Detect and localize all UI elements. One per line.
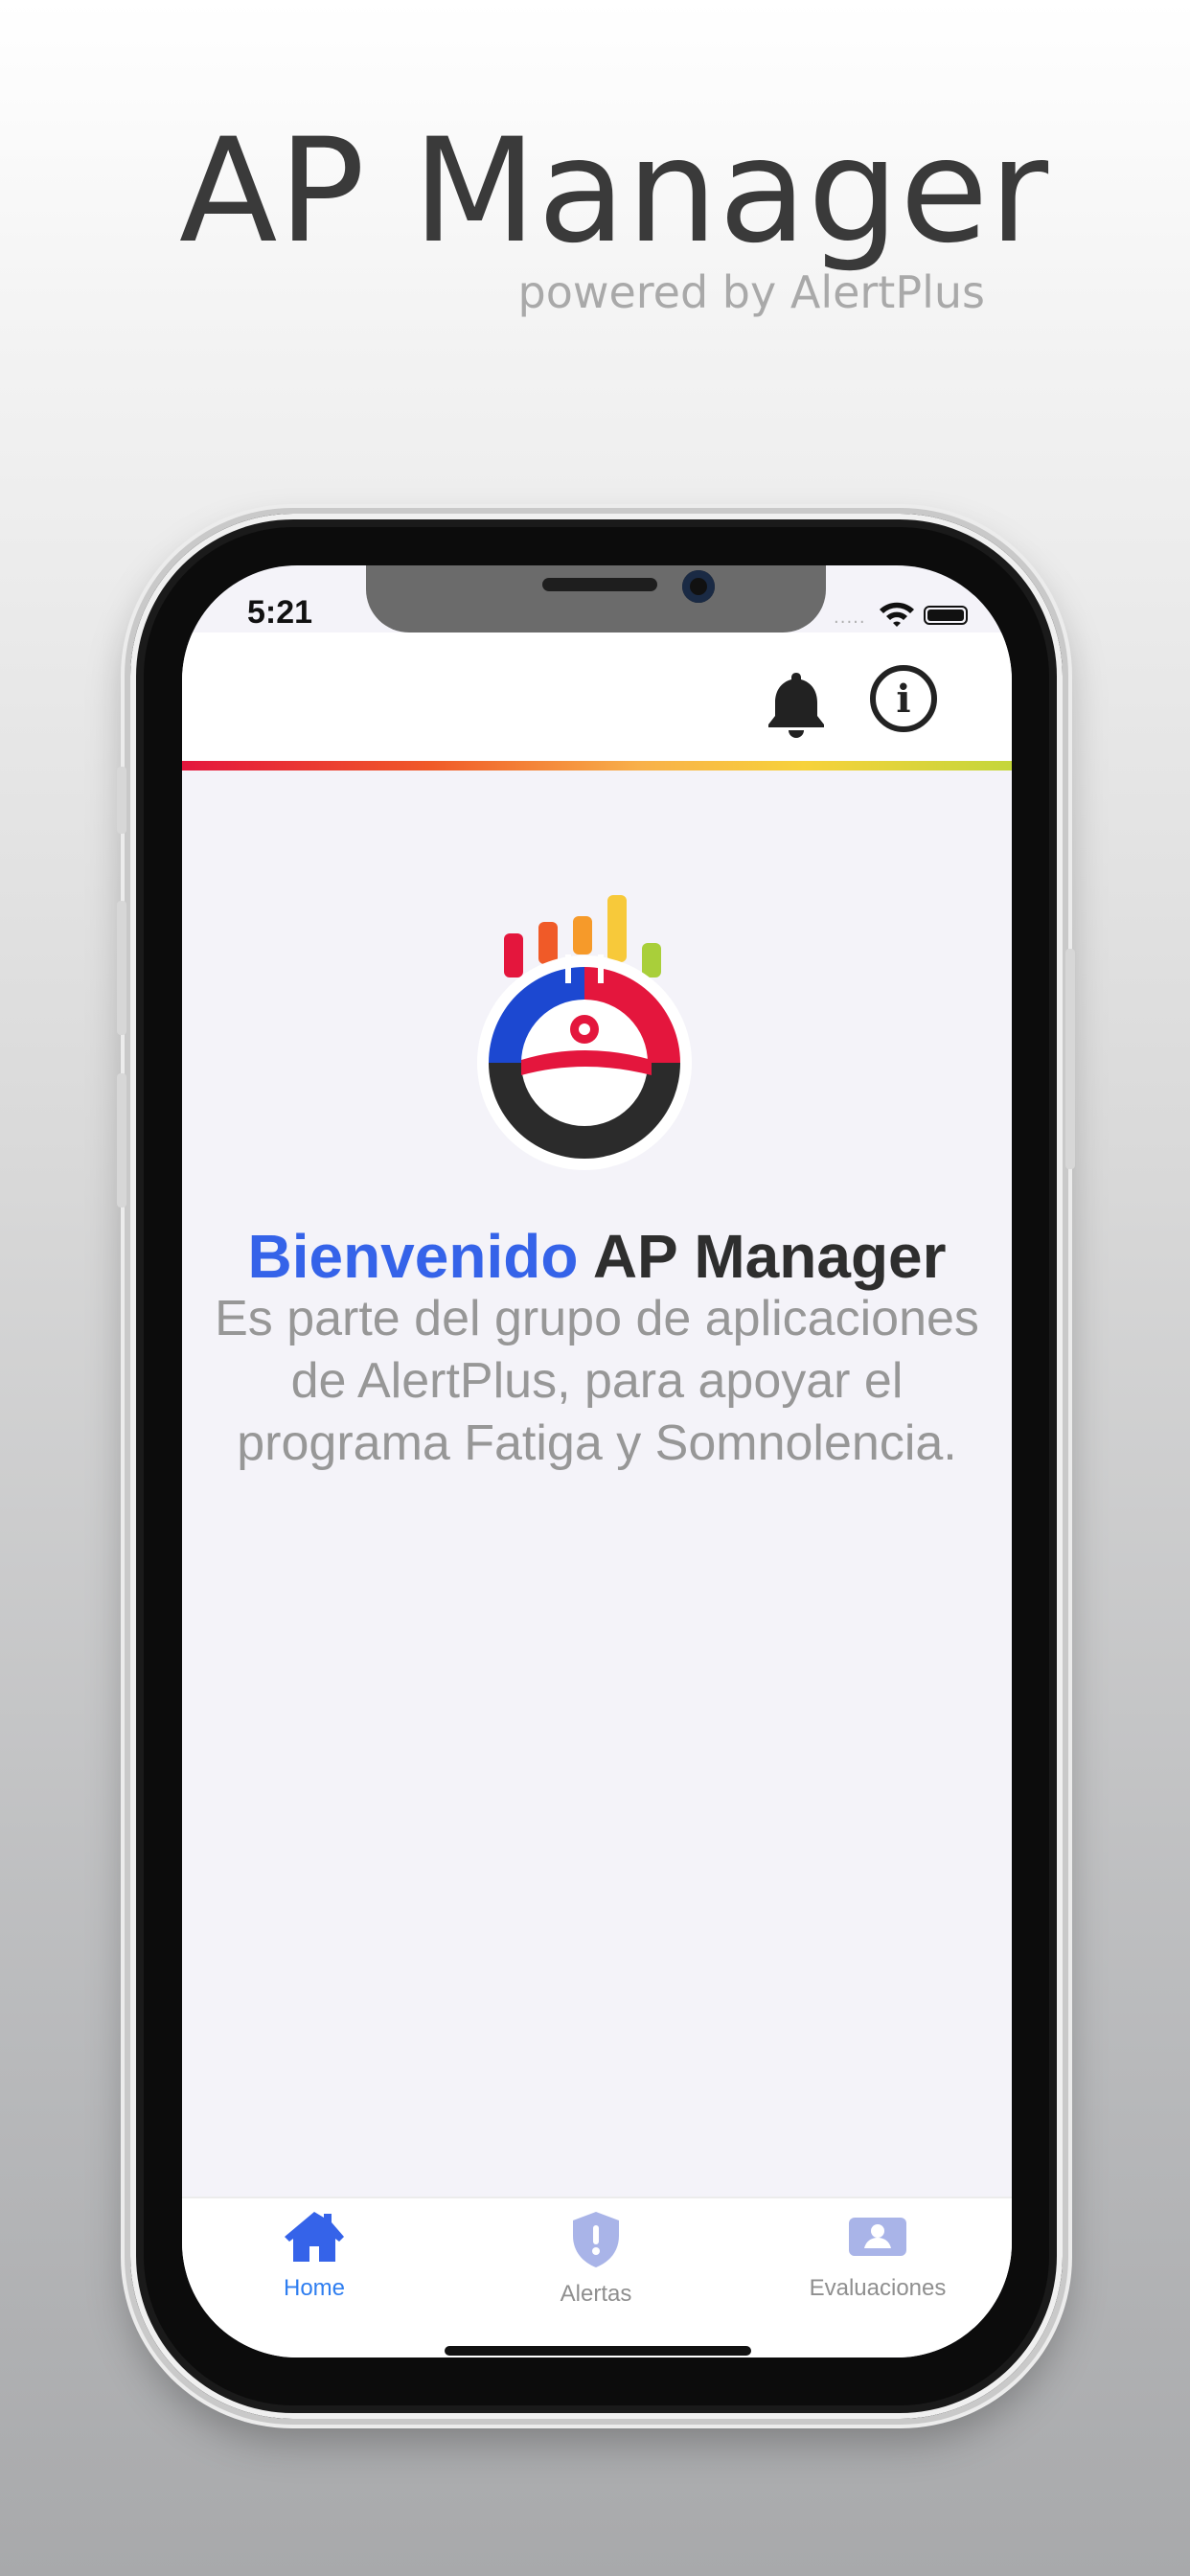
- phone-side-button-right: [1065, 949, 1075, 1169]
- camera-icon: [682, 570, 715, 603]
- tab-label-evaluaciones: Evaluaciones: [809, 2275, 947, 2301]
- welcome-app-name: AP Manager: [578, 1222, 947, 1291]
- welcome-heading: Bienvenido AP Manager: [182, 1221, 1012, 1292]
- welcome-description: Es parte del grupo de aplicaciones de Al…: [215, 1291, 979, 1471]
- phone-side-button-left-1: [117, 767, 126, 834]
- phone-side-button-left-2: [117, 901, 126, 1035]
- battery-icon: [924, 606, 968, 625]
- tab-label-alertas: Alertas: [560, 2281, 632, 2307]
- phone-side-button-left-3: [117, 1073, 126, 1208]
- wifi-icon: [878, 600, 916, 632]
- id-card-icon: [847, 2218, 908, 2267]
- info-icon[interactable]: i: [870, 665, 937, 732]
- tab-label-home: Home: [283, 2275, 346, 2301]
- promo-subtitle: powered by AlertPlus: [517, 266, 985, 318]
- header-gradient-bar: [182, 761, 1012, 770]
- tab-alertas[interactable]: Alertas: [491, 2210, 701, 2308]
- status-time: 5:21: [247, 594, 313, 631]
- home-icon: [283, 2212, 346, 2267]
- tab-bar: Home Alertas Evaluaciones: [182, 2196, 1012, 2358]
- header-bar: i: [182, 632, 1012, 765]
- welcome-highlight: Bienvenido: [247, 1222, 579, 1291]
- main-content: Bienvenido AP Manager Es parte del grupo…: [182, 770, 1012, 2189]
- signal-dots: .....: [834, 608, 866, 628]
- alertplus-logo: [469, 895, 719, 1177]
- notch-speaker: [542, 578, 657, 591]
- home-indicator[interactable]: [445, 2346, 751, 2356]
- notch: [366, 565, 826, 632]
- tab-home[interactable]: Home: [209, 2210, 420, 2302]
- bell-icon[interactable]: [767, 669, 826, 742]
- shield-alert-icon: [569, 2212, 623, 2273]
- tab-evaluaciones[interactable]: Evaluaciones: [772, 2210, 983, 2302]
- phone-screen: i 5:21 ..... Bienvenido AP Manager Es pa…: [182, 565, 1012, 2358]
- promo-title: AP Manager: [178, 108, 1050, 275]
